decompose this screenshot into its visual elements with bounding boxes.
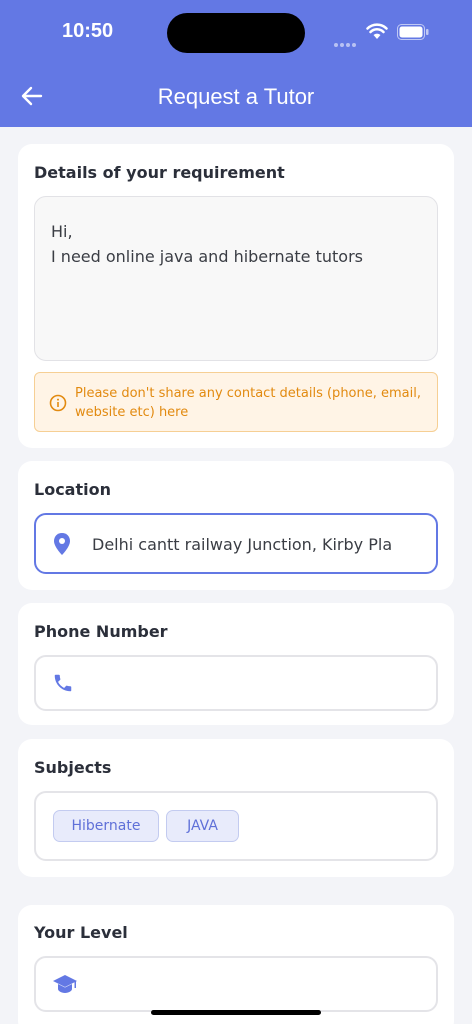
phone-title: Phone Number (34, 622, 168, 641)
requirement-card: Details of your requirement Hi, I need o… (18, 144, 454, 448)
home-indicator (151, 1010, 321, 1015)
page-title: Request a Tutor (157, 84, 315, 109)
location-title: Location (34, 480, 111, 499)
subject-tag[interactable]: JAVA (166, 810, 239, 842)
subject-tag[interactable]: Hibernate (53, 810, 159, 842)
level-card: Your Level (18, 905, 454, 1024)
status-time: 10:50 (62, 20, 114, 42)
level-title: Your Level (34, 923, 128, 942)
warning-text: Please don't share any contact details (… (75, 386, 421, 420)
graduation-cap-icon (52, 974, 78, 994)
subjects-title: Subjects (34, 758, 112, 777)
info-icon (49, 394, 67, 412)
wifi-icon (366, 23, 388, 39)
requirement-line-2: I need online java and hibernate tutors (51, 247, 363, 266)
location-pin-icon (52, 532, 72, 556)
subjects-card: Subjects Hibernate JAVA (18, 739, 454, 877)
phone-card: Phone Number (18, 603, 454, 725)
app-header: 10:50 Request a Tutor (0, 0, 472, 127)
requirement-title: Details of your requirement (34, 163, 285, 182)
location-card: Location Delhi cantt railway Junction, K… (18, 461, 454, 590)
contact-warning: Please don't share any contact details (… (34, 372, 438, 432)
phone-input[interactable] (34, 655, 438, 711)
subjects-tags-box[interactable]: Hibernate JAVA (34, 791, 438, 861)
battery-icon (397, 24, 429, 40)
phone-icon (52, 672, 74, 694)
location-value: Delhi cantt railway Junction, Kirby Pla (92, 535, 393, 554)
signal-icon (334, 34, 358, 47)
level-input[interactable] (34, 956, 438, 1012)
requirement-line-1: Hi, (51, 222, 73, 241)
dynamic-island (167, 13, 305, 53)
requirement-textarea[interactable]: Hi, I need online java and hibernate tut… (34, 196, 438, 361)
location-input[interactable]: Delhi cantt railway Junction, Kirby Pla (34, 513, 438, 574)
